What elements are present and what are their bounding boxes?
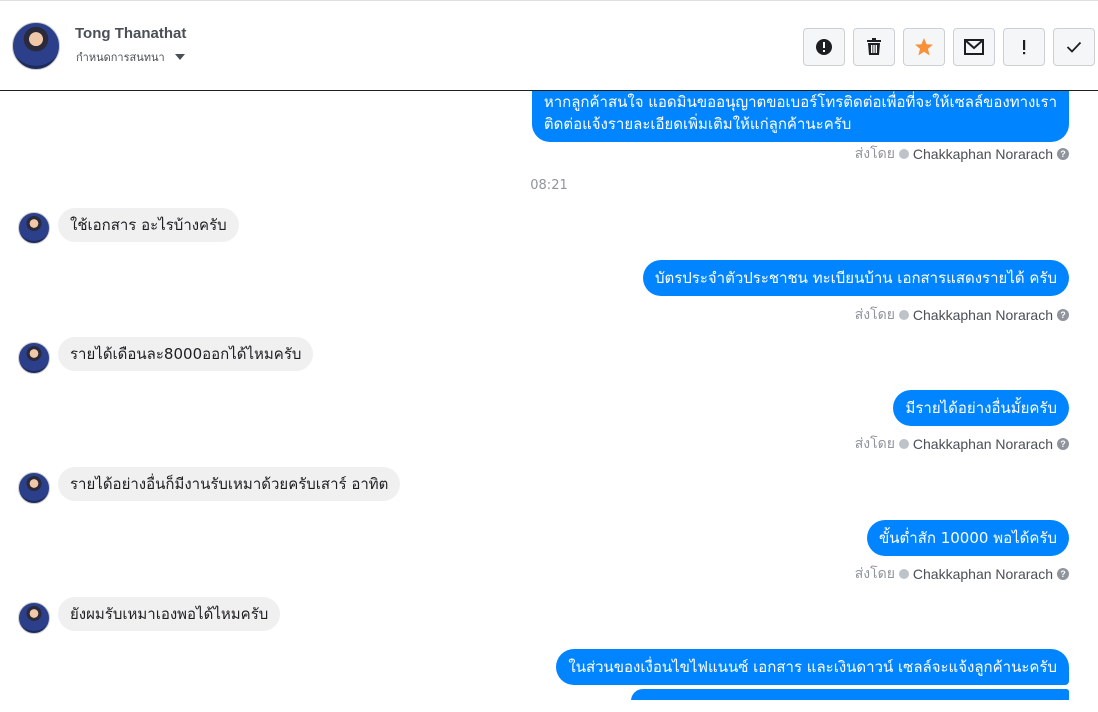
envelope-icon <box>964 39 984 55</box>
message-bubble-outgoing-partial[interactable] <box>631 689 1069 700</box>
verified-icon <box>898 149 909 159</box>
mark-unread-button[interactable] <box>953 28 995 66</box>
agent-name[interactable]: Chakkaphan Norarach <box>913 566 1053 582</box>
timestamp-separator: 08:21 <box>530 178 568 193</box>
agent-name[interactable]: Chakkaphan Norarach <box>913 307 1053 323</box>
agent-name[interactable]: Chakkaphan Norarach <box>913 146 1053 162</box>
sender-avatar[interactable] <box>18 602 50 634</box>
sent-by-info: ส่งโดย Chakkaphan Norarach ? <box>855 304 1069 326</box>
message-thread[interactable]: หากลูกค้าสนใจ แอดมินขออนุญาตขอเบอร์โทรติ… <box>0 91 1098 700</box>
sent-by-info: ส่งโดย Chakkaphan Norarach ? <box>855 563 1069 585</box>
sent-by-info: ส่งโดย Chakkaphan Norarach ? <box>855 143 1069 165</box>
message-bubble-outgoing[interactable]: ในส่วนของเงื่อนไขไฟแนนซ์ เอกสาร และเงินด… <box>556 649 1069 685</box>
contact-name[interactable]: Tong Thanathat <box>75 25 186 42</box>
star-button[interactable] <box>903 28 945 66</box>
message-bubble-outgoing[interactable]: ขั้นต่ำสัก 10000 พอได้ครับ <box>867 520 1069 556</box>
help-icon[interactable]: ? <box>1057 148 1069 160</box>
sent-by-label: ส่งโดย <box>854 306 895 322</box>
checkmark-icon <box>1066 41 1082 53</box>
sent-by-label: ส่งโดย <box>854 565 895 581</box>
message-text-line: หากลูกค้าสนใจ แอดมินขออนุญาตขอเบอร์โทรติ… <box>543 93 1057 111</box>
message-text-line: ติดต่อแจ้งรายละเอียดเพิ่มเติมให้แก่ลูกค้… <box>543 115 852 133</box>
help-icon[interactable]: ? <box>1057 438 1069 450</box>
conversation-header: Tong Thanathat กำหนดการสนทนา <box>0 0 1098 91</box>
message-bubble-outgoing[interactable]: บัตรประจำตัวประชาชน ทะเบียนบ้าน เอกสารแส… <box>642 260 1069 296</box>
done-button[interactable] <box>1053 28 1095 66</box>
message-bubble-incoming[interactable]: รายได้เดือนละ8000ออกได้ไหมครับ <box>58 337 314 371</box>
sender-avatar[interactable] <box>18 472 50 504</box>
sent-by-label: ส่งโดย <box>854 435 895 451</box>
conversation-toolbar <box>803 28 1095 66</box>
delete-button[interactable] <box>853 28 895 66</box>
spam-button[interactable] <box>803 28 845 66</box>
message-bubble-incoming[interactable]: ยังผมรับเหมาเองพอได้ไหมครับ <box>58 597 281 631</box>
trash-icon <box>867 38 881 55</box>
help-icon[interactable]: ? <box>1057 309 1069 321</box>
sent-by-info: ส่งโดย Chakkaphan Norarach ? <box>855 433 1069 455</box>
assign-conversation-label: กำหนดการสนทนา <box>76 51 165 64</box>
contact-avatar[interactable] <box>12 22 60 70</box>
assign-conversation-dropdown[interactable]: กำหนดการสนทนา <box>76 48 185 66</box>
caret-down-icon <box>174 54 185 60</box>
alert-circle-icon <box>816 39 832 55</box>
verified-icon <box>898 439 909 449</box>
exclamation-icon <box>1023 40 1026 55</box>
help-icon[interactable]: ? <box>1057 568 1069 580</box>
verified-icon <box>898 569 909 579</box>
star-icon <box>915 38 933 56</box>
message-bubble-outgoing[interactable]: หากลูกค้าสนใจ แอดมินขออนุญาตขอเบอร์โทรติ… <box>531 91 1069 142</box>
sent-by-label: ส่งโดย <box>854 145 895 161</box>
follow-up-button[interactable] <box>1003 28 1045 66</box>
sender-avatar[interactable] <box>18 342 50 374</box>
agent-name[interactable]: Chakkaphan Norarach <box>913 436 1053 452</box>
message-bubble-incoming[interactable]: ใช้เอกสาร อะไรบ้างครับ <box>58 208 239 242</box>
message-bubble-incoming[interactable]: รายได้อย่างอื่นก็มีงานรับเหมาด้วยครับเสา… <box>58 467 401 501</box>
sender-avatar[interactable] <box>18 212 50 244</box>
verified-icon <box>898 310 909 320</box>
message-bubble-outgoing[interactable]: มีรายได้อย่างอื่นมั้ยครับ <box>893 390 1069 426</box>
